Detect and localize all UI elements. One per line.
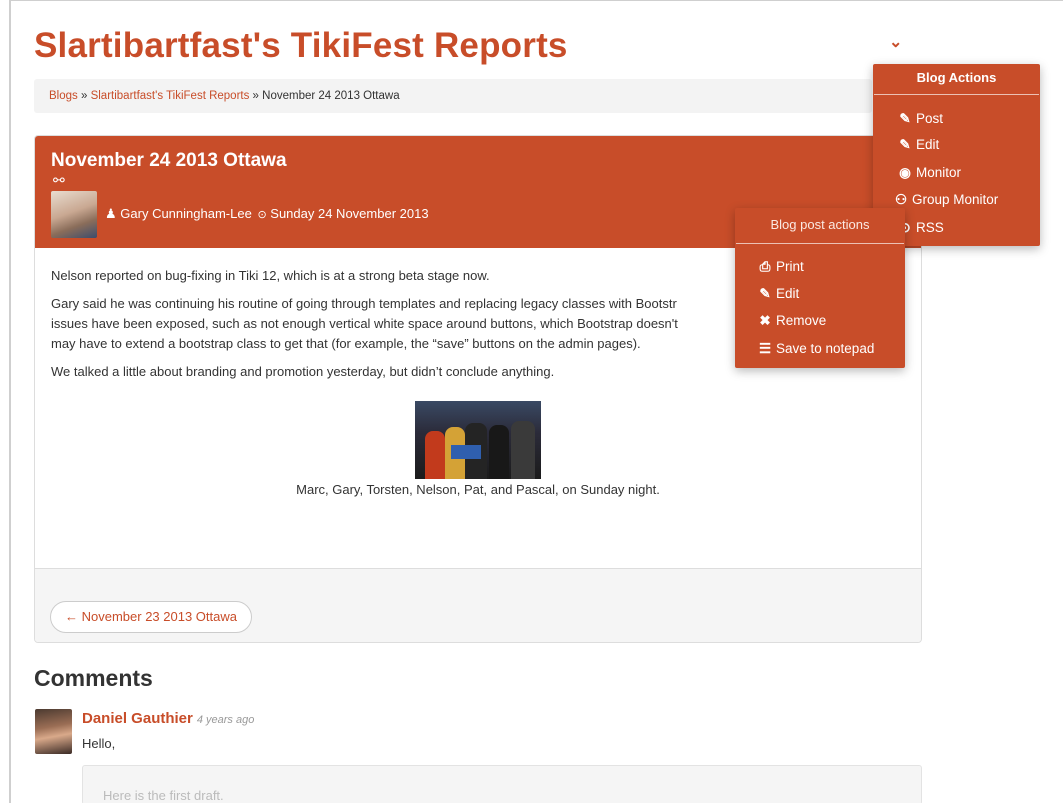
clock-icon: ⊙ — [257, 209, 267, 221]
group-icon: ⚇ — [894, 192, 908, 207]
previous-post-button[interactable]: ← November 23 2013 Ottawa — [50, 601, 252, 633]
breadcrumb-separator: » — [249, 90, 263, 102]
page-title: Slartibartfast's TikiFest Reports — [34, 26, 568, 65]
post-author[interactable]: Gary Cunningham-Lee — [120, 206, 252, 221]
comment-quote-text: Here is the first draft. — [103, 788, 224, 803]
menu-item-group-monitor[interactable]: ⚇ Group Monitor — [893, 192, 998, 208]
link-icon[interactable]: ⚯ — [53, 172, 65, 189]
menu-item-label: Save to notepad — [776, 341, 875, 356]
page-frame-left — [9, 0, 11, 803]
photo-caption: Marc, Gary, Torsten, Nelson, Pat, and Pa… — [296, 482, 660, 497]
page-frame-top — [9, 0, 1063, 1]
notepad-icon: ☰ — [758, 341, 772, 356]
eye-icon: ◉ — [899, 165, 911, 180]
pencil-icon: ✎ — [899, 111, 911, 126]
menu-item-label: RSS — [916, 220, 944, 235]
print-icon: ⎙ — [759, 259, 771, 274]
blog-actions-title: Blog Actions — [874, 64, 1039, 95]
comments-heading: Comments — [34, 665, 153, 691]
post-actions-menu: Blog post actions ⎙ Print ✎ Edit ✖ Remove ☰… — [735, 208, 905, 368]
author-avatar — [51, 191, 97, 238]
comment-time: 4 years ago — [196, 714, 255, 726]
menu-item-remove[interactable]: ✖ Remove — [757, 313, 826, 329]
edit-icon: ✎ — [899, 137, 911, 152]
breadcrumb-separator: » — [77, 90, 91, 102]
menu-item-monitor[interactable]: ◉ Monitor — [897, 165, 961, 181]
commenter-avatar — [35, 709, 72, 754]
group-photo[interactable] — [415, 401, 541, 479]
menu-item-label: Edit — [776, 286, 800, 301]
menu-item-label: Remove — [776, 313, 827, 328]
menu-item-edit[interactable]: ✎ Edit — [897, 137, 939, 153]
post-footer: ← November 23 2013 Ottawa — [35, 568, 921, 642]
post-actions-title: Blog post actions — [736, 208, 904, 244]
menu-item-label: Post — [916, 111, 944, 126]
breadcrumb-blog-link[interactable]: Slartibartfast's TikiFest Reports — [91, 90, 250, 102]
menu-item-save-to-notepad[interactable]: ☰ Save to notepad — [757, 341, 874, 357]
breadcrumb-current: November 24 2013 Ottawa — [262, 90, 400, 102]
user-icon: ♟ — [105, 206, 117, 221]
post-title: November 24 2013 Ottawa — [51, 150, 287, 171]
breadcrumb-blogs-link[interactable]: Blogs — [49, 90, 78, 102]
breadcrumb: Blogs » Slartibartfast's TikiFest Report… — [34, 79, 872, 113]
menu-item-post[interactable]: ✎ Post — [897, 111, 943, 127]
comment-text: Hello, — [82, 736, 116, 751]
comment-author: Daniel Gauthier 4 years ago — [82, 710, 254, 727]
comment-quote: Here is the first draft. — [82, 765, 922, 803]
post-date: Sunday 24 November 2013 — [270, 206, 429, 221]
menu-item-label: Monitor — [916, 165, 962, 180]
post-meta: ♟ Gary Cunningham-Lee ⊙ Sunday 24 Novemb… — [105, 206, 429, 222]
menu-item-edit[interactable]: ✎ Edit — [757, 286, 799, 302]
remove-icon: ✖ — [759, 313, 771, 328]
comment-author-name[interactable]: Daniel Gauthier — [82, 710, 193, 727]
menu-item-label: Edit — [916, 137, 940, 152]
menu-item-label: Print — [776, 259, 804, 274]
menu-item-print[interactable]: ⎙ Print — [757, 259, 804, 275]
menu-item-label: Group Monitor — [912, 192, 999, 207]
chevron-down-icon[interactable]: ⌄ — [889, 32, 902, 52]
edit-icon: ✎ — [759, 286, 771, 301]
